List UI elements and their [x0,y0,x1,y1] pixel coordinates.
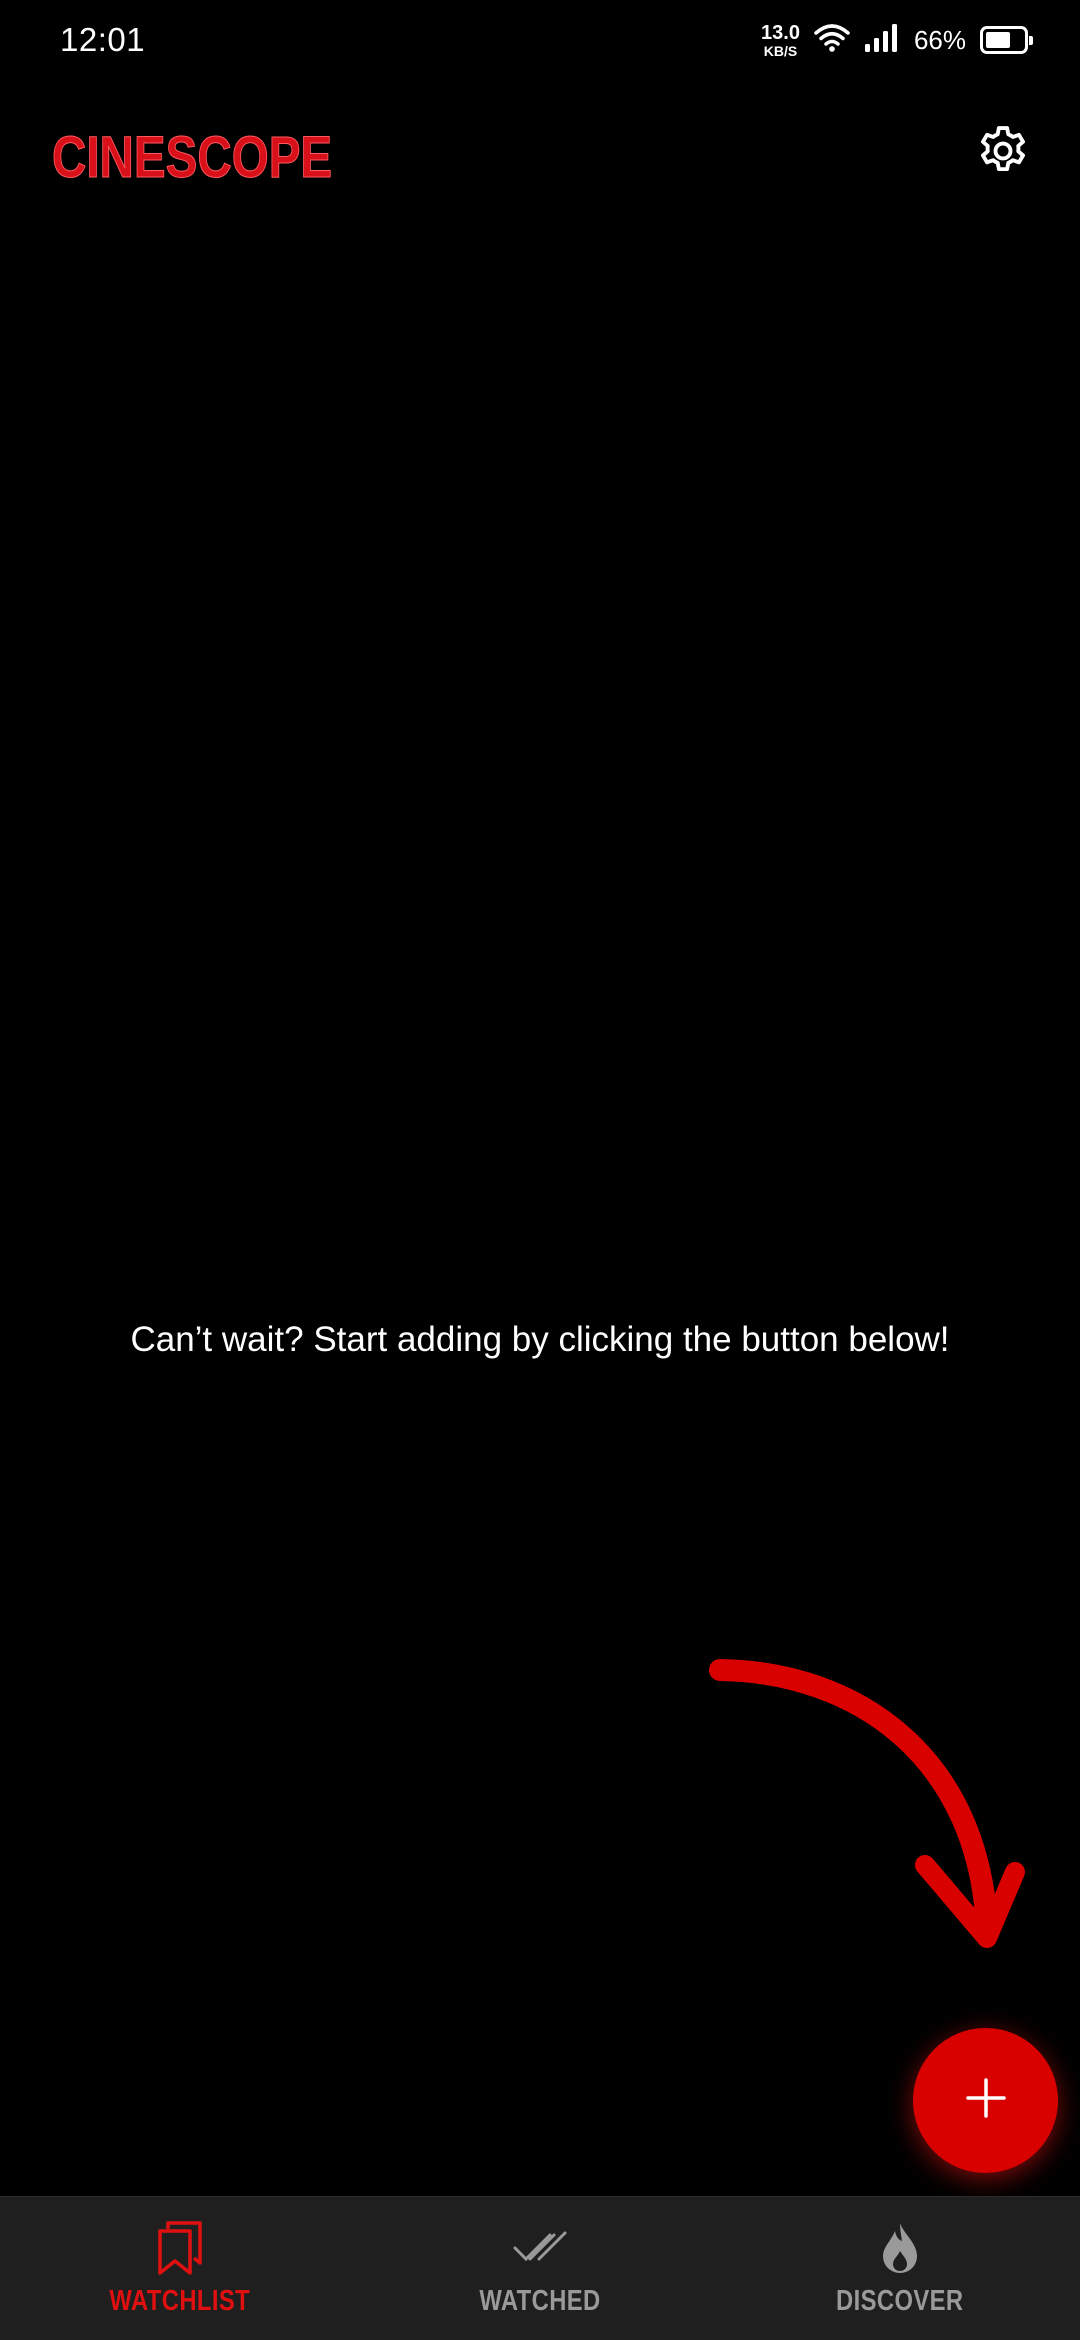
nav-label-watchlist: WATCHLIST [109,2285,251,2317]
double-check-icon [512,2219,568,2277]
hint-arrow-icon [709,1659,1025,1948]
app-logo: CINESCOPE [52,125,333,191]
status-indicators: 13.0 KB/S 66% [761,23,1033,58]
network-speed-value: 13.0 [761,21,800,44]
settings-button[interactable] [968,118,1038,188]
network-speed: 13.0 KB/S [761,23,800,58]
app-screen: 12:01 13.0 KB/S 66% CINESCOPE Can’t wait… [0,0,1080,2340]
bookmarks-icon [152,2219,208,2277]
plus-icon [964,2076,1008,2125]
nav-item-discover[interactable]: DISCOVER [720,2197,1080,2340]
status-bar: 12:01 13.0 KB/S 66% [0,0,1080,80]
wifi-icon [814,23,850,58]
signal-icon [864,23,900,58]
gear-icon [974,122,1032,185]
battery-icon [980,26,1033,54]
nav-item-watched[interactable]: WATCHED [360,2197,720,2340]
nav-label-watched: WATCHED [479,2285,601,2317]
nav-item-watchlist[interactable]: WATCHLIST [0,2197,360,2340]
network-speed-unit: KB/S [763,42,798,59]
battery-percent: 66% [913,24,966,55]
flame-icon [872,2219,928,2277]
empty-state-message: Can’t wait? Start adding by clicking the… [130,1320,950,1359]
bottom-navigation: WATCHLIST WATCHED DISCOVER [0,2196,1080,2340]
add-button[interactable] [913,2028,1058,2173]
nav-label-discover: DISCOVER [836,2285,964,2317]
status-time: 12:01 [60,21,146,58]
app-header: CINESCOPE [0,110,1080,200]
battery-level [986,32,1010,48]
